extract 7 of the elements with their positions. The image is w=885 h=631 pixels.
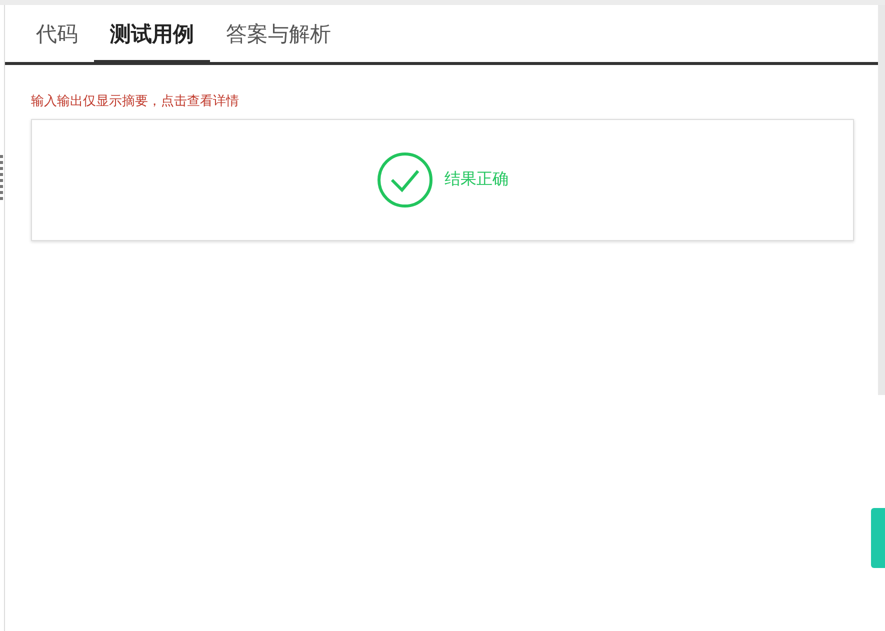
result-text: 结果正确 (444, 170, 508, 190)
tab[interactable]: 测试用例 (94, 5, 210, 65)
tab[interactable]: 代码 (20, 5, 94, 65)
side-tab[interactable] (871, 508, 885, 568)
scrollbar[interactable] (878, 5, 885, 395)
hint-text: 输入输出仅显示摘要，点击查看详情 (31, 93, 240, 109)
tab[interactable]: 答案与解析 (210, 5, 347, 65)
